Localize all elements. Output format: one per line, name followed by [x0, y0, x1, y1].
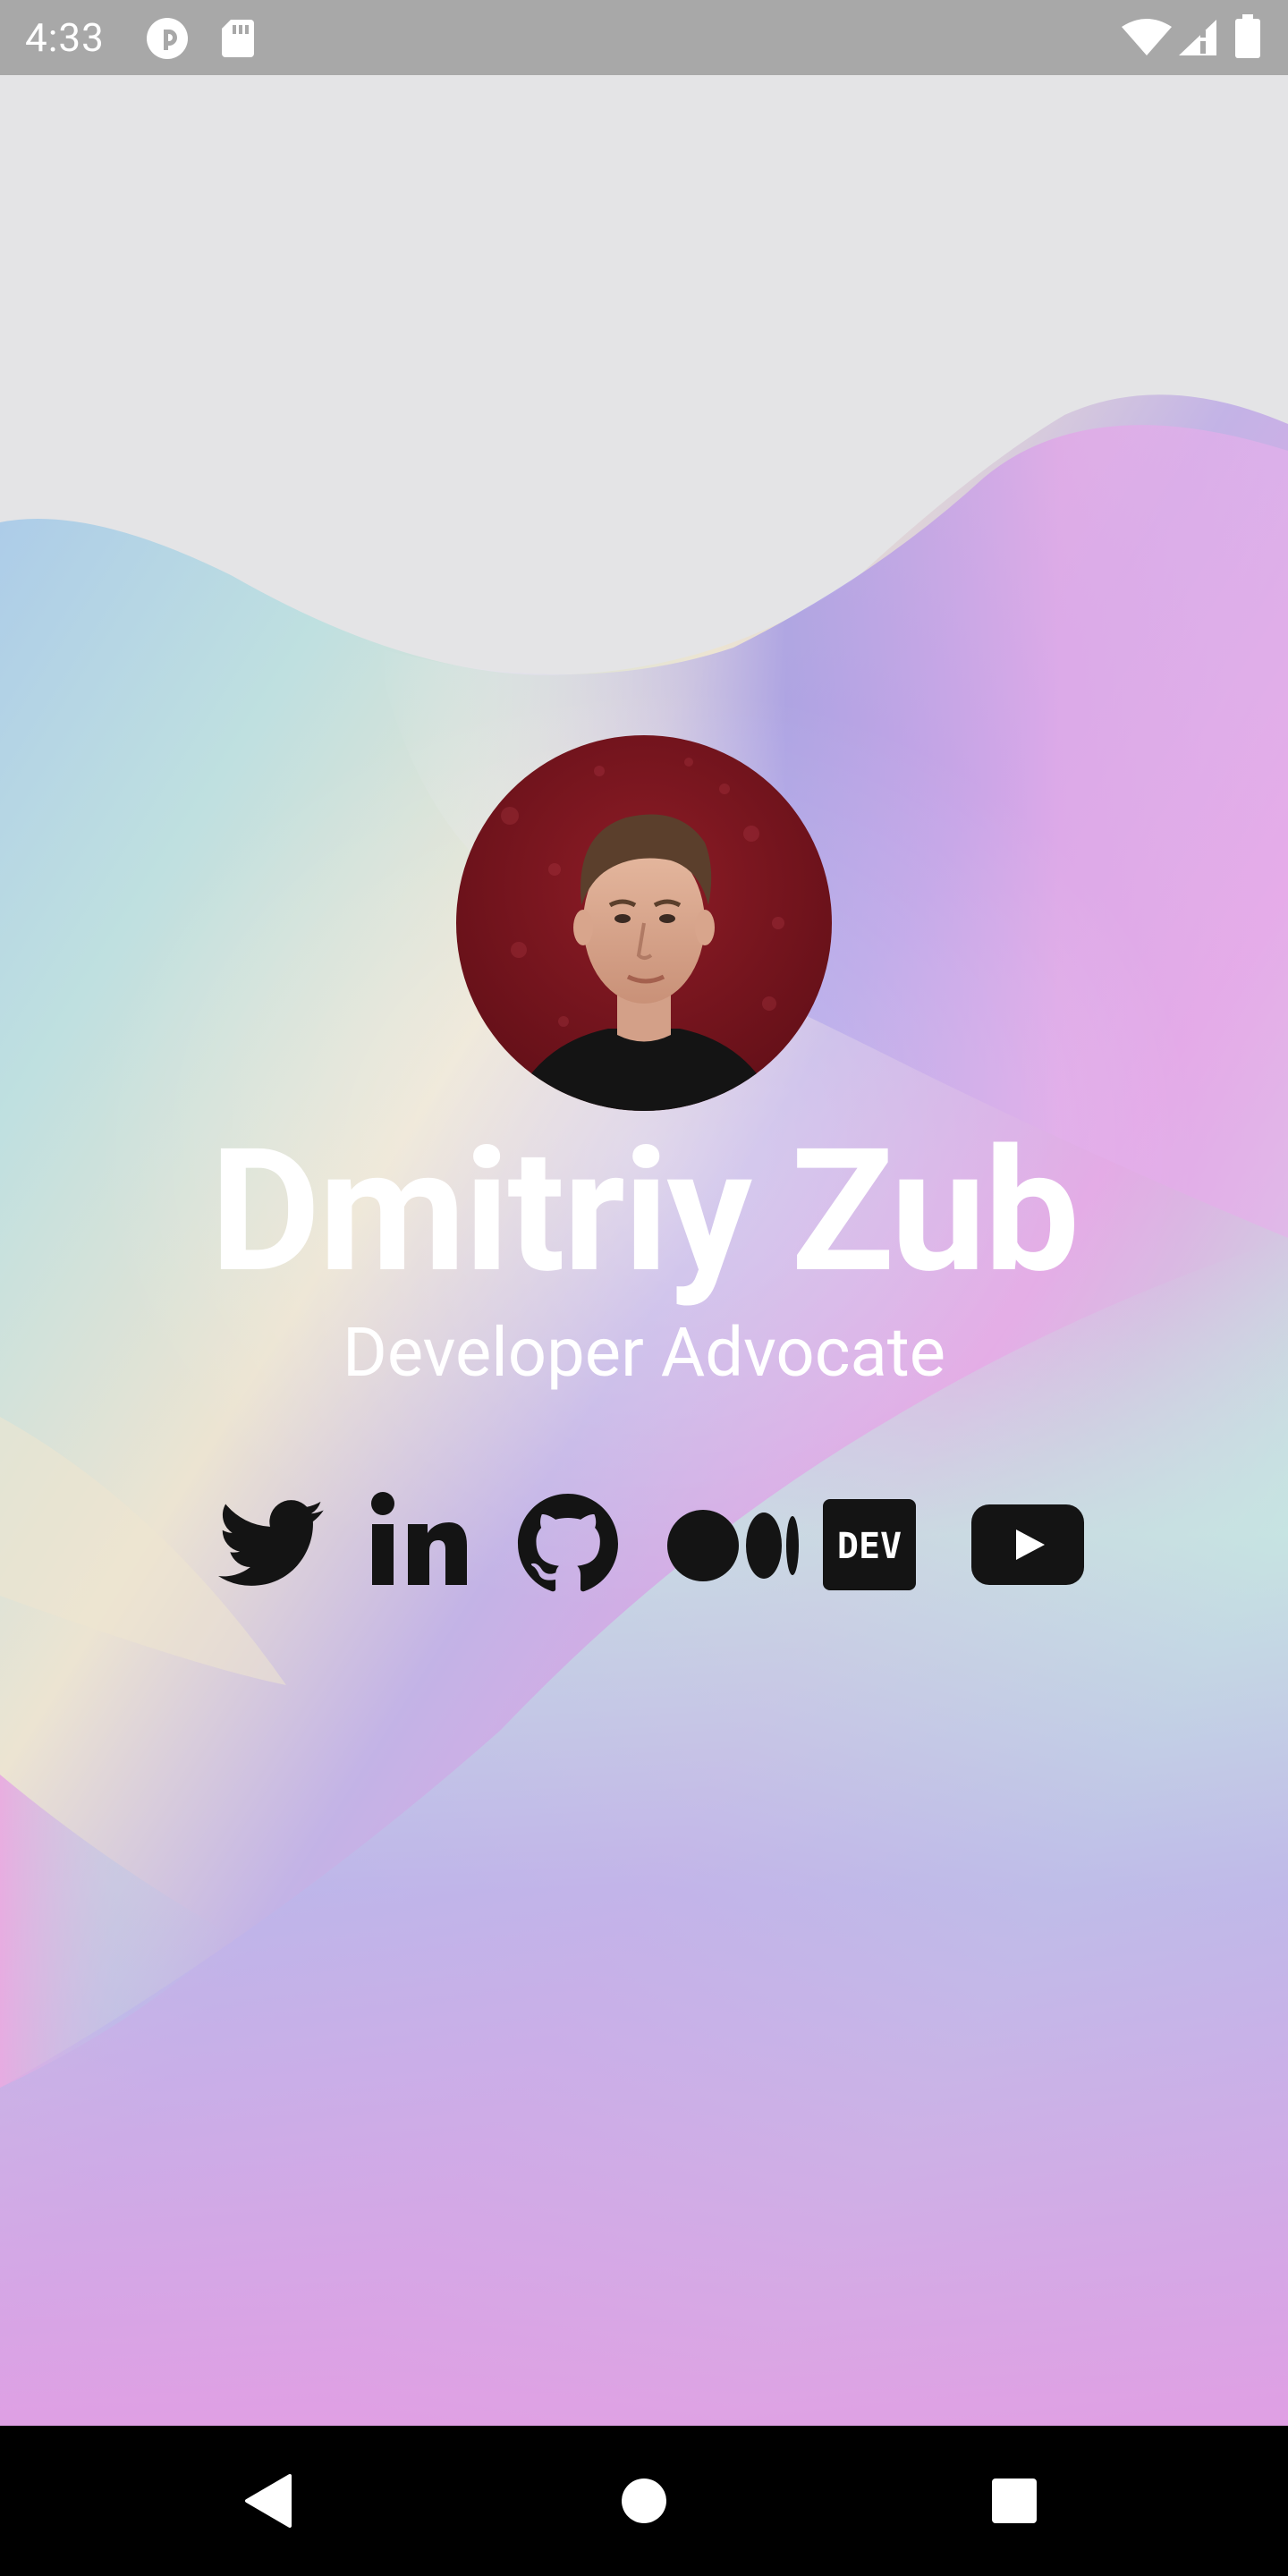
home-icon: [622, 2479, 666, 2523]
recents-icon: [992, 2479, 1037, 2523]
linkedin-link[interactable]: [370, 1492, 467, 1590]
profile-title: Developer Advocate: [342, 1312, 946, 1393]
sd-card-icon: [220, 18, 256, 63]
linkedin-icon: [371, 1492, 467, 1585]
home-button[interactable]: [621, 2478, 667, 2528]
profile-name: Dmitriy Zub: [209, 1113, 1080, 1311]
wifi-icon: [1122, 18, 1172, 61]
dev-to-label: DEV: [837, 1526, 902, 1567]
twitter-icon: [218, 1500, 324, 1586]
medium-icon: [667, 1510, 799, 1581]
cell-signal-icon: [1177, 18, 1218, 61]
github-icon: [518, 1494, 618, 1592]
battery-icon: [1234, 14, 1261, 63]
back-button[interactable]: [243, 2474, 293, 2531]
navigation-bar: [0, 2426, 1288, 2576]
dev-to-link[interactable]: DEV: [823, 1499, 916, 1594]
youtube-icon: [971, 1504, 1084, 1585]
twitter-link[interactable]: [218, 1499, 324, 1592]
recents-button[interactable]: [991, 2478, 1038, 2528]
github-link[interactable]: [517, 1494, 619, 1597]
status-bar: 4:33: [0, 0, 1288, 75]
profile-photo: [456, 735, 832, 1111]
pocket-casts-icon: [145, 16, 190, 64]
medium-link[interactable]: [667, 1510, 800, 1585]
dev-to-icon: DEV: [823, 1499, 916, 1590]
screen: 4:33 Dmitriy Zub Developer Advocate DEV: [0, 0, 1288, 2576]
profile-avatar: [456, 735, 832, 1111]
status-time: 4:33: [25, 14, 105, 61]
back-icon: [245, 2474, 292, 2528]
youtube-link[interactable]: [971, 1504, 1084, 1589]
